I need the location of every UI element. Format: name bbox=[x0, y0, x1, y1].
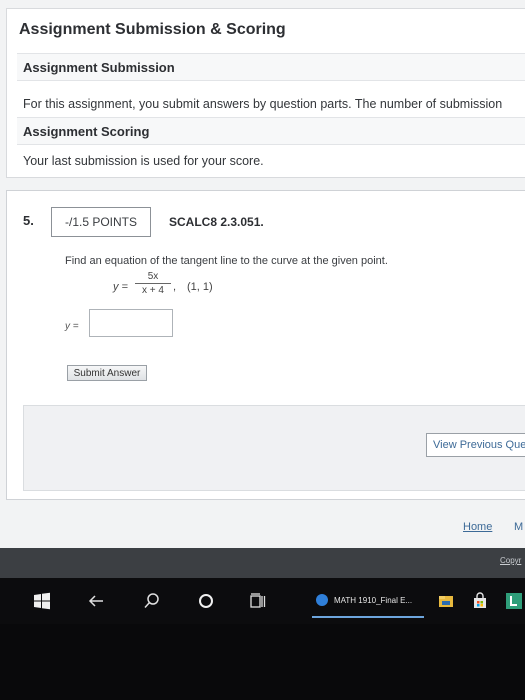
question-prompt: Find an equation of the tangent line to … bbox=[65, 255, 388, 267]
submission-heading: Assignment Submission bbox=[23, 60, 175, 75]
fraction-numerator: 5x bbox=[147, 271, 159, 282]
search-icon[interactable] bbox=[142, 591, 162, 611]
cortana-circle-icon[interactable] bbox=[196, 591, 216, 611]
submission-text: For this assignment, you submit answers … bbox=[23, 97, 503, 111]
home-link[interactable]: Home bbox=[463, 521, 492, 533]
store-bag-icon[interactable] bbox=[470, 591, 490, 611]
points-button[interactable]: -/1.5 POINTS bbox=[51, 207, 151, 237]
bezel-area bbox=[0, 624, 525, 700]
scoring-heading: Assignment Scoring bbox=[23, 124, 150, 139]
page-footer-band bbox=[0, 548, 525, 578]
fraction-denominator: x + 4 bbox=[142, 285, 164, 296]
question-card: 5. -/1.5 POINTS SCALC8 2.3.051. Find an … bbox=[6, 190, 525, 500]
question-footer: View Previous Que bbox=[23, 405, 525, 491]
app-l-icon[interactable] bbox=[504, 591, 524, 611]
equation-comma: , bbox=[173, 281, 177, 293]
page-title: Assignment Submission & Scoring bbox=[19, 21, 286, 38]
submission-heading-box: Assignment Submission bbox=[17, 53, 525, 81]
taskbar-app-math-final[interactable]: MATH 1910_Final E... bbox=[312, 584, 424, 618]
answer-label: y = bbox=[65, 321, 79, 332]
copyright-link[interactable]: Copyr bbox=[500, 556, 521, 565]
question-code: SCALC8 2.3.051. bbox=[169, 215, 264, 229]
given-point: (1, 1) bbox=[187, 281, 213, 293]
task-view-icon[interactable] bbox=[248, 591, 268, 611]
back-arrow-icon[interactable] bbox=[86, 591, 106, 611]
m-link[interactable]: M bbox=[514, 521, 523, 533]
equation-fraction: 5x x + 4 bbox=[135, 271, 171, 296]
taskbar-app-label: MATH 1910_Final E... bbox=[334, 595, 413, 605]
browser-page: Assignment Submission & Scoring Assignme… bbox=[0, 0, 525, 578]
question-body: Find an equation of the tangent line to … bbox=[49, 243, 525, 393]
fraction-bar bbox=[135, 283, 171, 284]
submit-answer-button[interactable]: Submit Answer bbox=[67, 365, 147, 381]
assignment-info-card: Assignment Submission & Scoring Assignme… bbox=[6, 8, 525, 178]
question-number: 5. bbox=[23, 213, 34, 228]
answer-input[interactable] bbox=[89, 309, 173, 337]
file-explorer-icon[interactable] bbox=[436, 591, 456, 611]
scoring-heading-box: Assignment Scoring bbox=[17, 117, 525, 145]
equation-lhs: y = bbox=[113, 281, 128, 293]
edge-browser-icon bbox=[316, 594, 328, 606]
taskbar: MATH 1910_Final E... bbox=[0, 578, 525, 624]
windows-start-icon[interactable] bbox=[32, 591, 52, 611]
view-previous-question-button[interactable]: View Previous Que bbox=[426, 433, 525, 457]
scoring-text: Your last submission is used for your sc… bbox=[23, 154, 264, 168]
